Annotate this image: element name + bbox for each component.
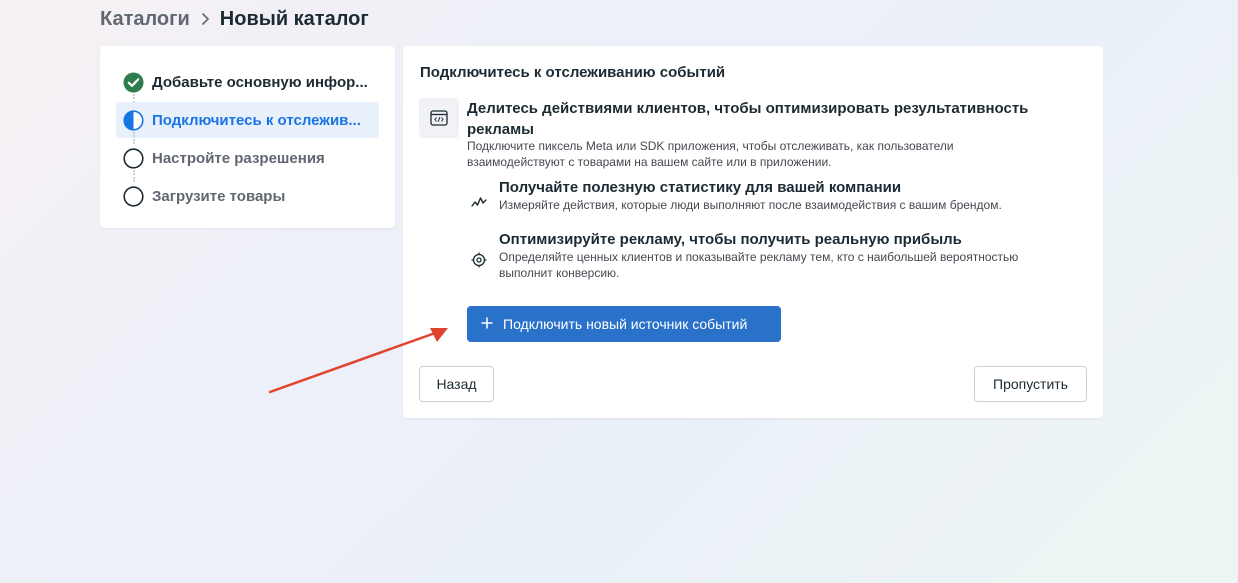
breadcrumb: Каталоги Новый каталог bbox=[100, 6, 369, 32]
plus-icon bbox=[481, 316, 493, 332]
target-icon bbox=[467, 248, 491, 272]
event-tracking-card: Подключитесь к отслеживанию событий Дели… bbox=[403, 46, 1103, 418]
optimize-description: Определяйте ценных клиентов и показывайт… bbox=[499, 250, 1019, 280]
half-circle-icon bbox=[123, 109, 144, 131]
check-circle-icon bbox=[123, 72, 144, 93]
step-label: Настройте разрешения bbox=[152, 149, 325, 167]
steps-panel: Добавьте основную инфор... Подключитесь … bbox=[100, 46, 395, 228]
optimize-title: Оптимизируйте рекламу, чтобы получить ре… bbox=[499, 231, 962, 248]
empty-circle-icon bbox=[123, 147, 144, 169]
insights-description: Измеряйте действия, которые люди выполня… bbox=[499, 198, 1002, 212]
step-upload-products[interactable]: Загрузите товары bbox=[116, 178, 379, 214]
step-permissions[interactable]: Настройте разрешения bbox=[116, 140, 379, 182]
code-window-icon bbox=[419, 98, 459, 138]
feature-title: Делитесь действиями клиентов, чтобы опти… bbox=[467, 100, 1029, 138]
step-label: Подключитесь к отслежив... bbox=[152, 111, 361, 129]
feature-description: Подключите пиксель Meta или SDK приложен… bbox=[467, 139, 954, 169]
insights-title: Получайте полезную статистику для вашей … bbox=[499, 179, 902, 196]
breadcrumb-catalogs-link[interactable]: Каталоги bbox=[100, 8, 190, 31]
activity-line-icon bbox=[467, 190, 491, 214]
connect-event-source-button[interactable]: Подключить новый источник событий bbox=[467, 306, 781, 342]
step-label: Загрузите товары bbox=[152, 187, 286, 205]
empty-circle-icon bbox=[123, 185, 144, 207]
step-connect-tracking[interactable]: Подключитесь к отслежив... bbox=[116, 102, 379, 144]
card-title: Подключитесь к отслеживанию событий bbox=[420, 64, 726, 81]
step-label: Добавьте основную инфор... bbox=[152, 73, 368, 91]
step-basic-info[interactable]: Добавьте основную инфор... bbox=[116, 64, 379, 106]
annotation-arrow-icon bbox=[268, 328, 448, 394]
chevron-right-icon bbox=[198, 12, 212, 26]
connect-button-label: Подключить новый источник событий bbox=[503, 316, 748, 332]
page-title: Новый каталог bbox=[219, 7, 369, 30]
skip-button[interactable]: Пропустить bbox=[974, 366, 1087, 402]
